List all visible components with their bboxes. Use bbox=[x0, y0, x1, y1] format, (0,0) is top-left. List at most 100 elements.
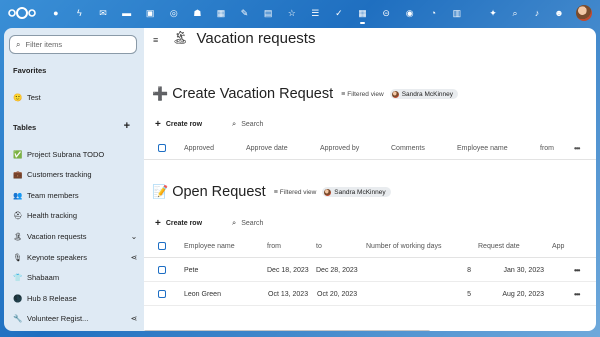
search-placeholder: Search bbox=[241, 219, 264, 227]
column-header[interactable]: App bbox=[552, 234, 564, 258]
search-input[interactable]: ⌕ Search bbox=[232, 119, 263, 129]
create-row-button[interactable]: + Create row bbox=[155, 218, 202, 229]
checkmark-icon[interactable]: ✓ bbox=[327, 0, 351, 26]
row-checkbox[interactable] bbox=[158, 282, 166, 306]
filtered-view-label: Filtered view bbox=[347, 90, 384, 98]
contacts-menu-icon[interactable]: ☻ bbox=[548, 0, 570, 26]
help-icon[interactable]: ◔ bbox=[422, 0, 446, 26]
dashboard-icon[interactable]: ● bbox=[44, 0, 68, 26]
photos-icon[interactable]: ▣ bbox=[138, 0, 162, 26]
filtered-view-badge: ≡ Filtered view bbox=[274, 189, 317, 196]
table-row[interactable]: Leon Green Oct 13, 2023 Oct 20, 2023 5 A… bbox=[144, 282, 596, 306]
sidebar-item-volunteer-registration[interactable]: 🔧 Volunteer Regist... ⋖ bbox=[13, 310, 139, 326]
cell-to: Dec 28, 2023 bbox=[316, 266, 358, 274]
select-all-checkbox[interactable] bbox=[158, 136, 166, 160]
deck-icon[interactable]: ▤ bbox=[256, 0, 280, 26]
user-chip[interactable]: Sandra McKinney bbox=[322, 187, 391, 197]
column-header[interactable]: Number of working days bbox=[366, 234, 441, 258]
notifications-icon[interactable]: ♪ bbox=[526, 0, 548, 26]
sidebar-item-keynote-speakers[interactable]: 🎙 Keynote speakers ⋖ bbox=[13, 249, 139, 265]
sidebar-item-label: Health tracking bbox=[27, 210, 78, 220]
mail-icon[interactable]: ✉ bbox=[91, 0, 115, 26]
user-chip[interactable]: Sandra McKinney bbox=[389, 89, 459, 99]
add-table-button[interactable]: + bbox=[124, 120, 130, 132]
column-header[interactable]: Employee name bbox=[457, 136, 508, 160]
table-emoji-icon: ✅ bbox=[13, 149, 23, 159]
search-input[interactable]: ⌕ Search bbox=[232, 218, 263, 228]
column-header[interactable]: Comments bbox=[391, 136, 425, 160]
share-icon[interactable]: ⋖ bbox=[129, 253, 139, 262]
filter-icon: ≡ bbox=[273, 188, 278, 196]
table-header: Employee name from to Number of working … bbox=[144, 234, 596, 258]
column-header[interactable]: to bbox=[316, 234, 322, 258]
files-icon[interactable]: ▬ bbox=[115, 0, 139, 26]
filter-placeholder: Filter items bbox=[25, 40, 63, 49]
maps-icon[interactable]: ◉ bbox=[398, 0, 422, 26]
user-chip-name: Sandra McKinney bbox=[334, 188, 386, 196]
horizontal-scrollbar[interactable] bbox=[144, 330, 430, 331]
row-actions-icon[interactable]: ••• bbox=[574, 258, 580, 282]
notes-icon[interactable]: ✎ bbox=[233, 0, 257, 26]
sidebar-item-label: Team members bbox=[27, 190, 79, 200]
sidebar-item-label: Hub 8 Release bbox=[27, 293, 77, 303]
user-chip-name: Sandra McKinney bbox=[401, 90, 454, 98]
view-title-open-request: 📝 Open Request ≡ Filtered view Sandra Mc… bbox=[152, 182, 391, 202]
calendar-icon[interactable]: ▦ bbox=[209, 0, 233, 26]
row-checkbox[interactable] bbox=[158, 258, 166, 282]
sidebar-item-customers-tracking[interactable]: 💼 Customers tracking bbox=[13, 166, 139, 182]
header-bar: ● ϟ ✉ ▬ ▣ ◎ ☗ ▦ ✎ ▤ ☆ ☰ ✓ ▦ ⊝ ◉ ◔ ▥ ✦ ⌕ … bbox=[0, 0, 600, 26]
tasks-list-icon[interactable]: ☰ bbox=[304, 0, 328, 26]
more-actions-icon[interactable]: ••• bbox=[574, 136, 580, 160]
sidebar-item-label: Shabaam bbox=[27, 272, 60, 282]
favorites-icon[interactable]: ☆ bbox=[280, 0, 304, 26]
sidebar-item-vacation-requests[interactable]: 🏝 Vacation requests ⌄ bbox=[13, 228, 139, 244]
page-title: 🏝 Vacation requests bbox=[172, 28, 315, 48]
activity-icon[interactable]: ϟ bbox=[68, 0, 92, 26]
header-actions: ✦ ⌕ ♪ ☻ bbox=[482, 0, 600, 26]
column-header[interactable]: from bbox=[267, 234, 281, 258]
search-icon[interactable]: ⌕ bbox=[504, 0, 526, 26]
chevron-down-icon[interactable]: ⌄ bbox=[129, 232, 139, 241]
sidebar-item-team-members[interactable]: 👥 Team members bbox=[13, 187, 139, 203]
column-header[interactable]: Request date bbox=[478, 234, 520, 258]
sidebar-item-test[interactable]: 🙂 Test bbox=[13, 89, 139, 105]
sidebar-item-health-tracking[interactable]: ⛑ Health tracking bbox=[13, 207, 139, 223]
avatar[interactable] bbox=[576, 5, 592, 21]
assistant-icon[interactable]: ✦ bbox=[482, 0, 504, 26]
search-icon: ⌕ bbox=[232, 218, 237, 227]
filter-input[interactable]: ⌕ Filter items bbox=[9, 35, 137, 54]
share-icon[interactable]: ⋖ bbox=[129, 314, 139, 323]
column-header[interactable]: Employee name bbox=[184, 234, 235, 258]
forms-icon[interactable]: ▥ bbox=[445, 0, 469, 26]
column-header[interactable]: Approved bbox=[184, 136, 214, 160]
search-icon: ⌕ bbox=[232, 119, 237, 128]
contacts-icon[interactable]: ☗ bbox=[186, 0, 210, 26]
cell-working-days: 8 bbox=[467, 266, 471, 274]
sidebar-item-label: Vacation requests bbox=[27, 231, 87, 241]
table-row[interactable]: Pete Dec 18, 2023 Dec 28, 2023 8 Jan 30,… bbox=[144, 258, 596, 282]
sidebar-item-label: Keynote speakers bbox=[27, 252, 88, 262]
column-header[interactable]: from bbox=[540, 136, 554, 160]
column-header[interactable]: Approve date bbox=[246, 136, 288, 160]
cell-from: Dec 18, 2023 bbox=[267, 266, 309, 274]
create-row-button[interactable]: + Create row bbox=[155, 119, 202, 130]
filtered-view-label: Filtered view bbox=[279, 188, 317, 196]
view-toolbar: + Create row ⌕ Search bbox=[155, 117, 263, 131]
sidebar-item-shabaam[interactable]: 👕 Shabaam bbox=[13, 269, 139, 285]
nextcloud-logo[interactable] bbox=[7, 6, 37, 20]
menu-toggle-icon[interactable]: ≡ bbox=[153, 35, 158, 45]
circles-icon[interactable]: ⊝ bbox=[374, 0, 398, 26]
search-icon: ⌕ bbox=[16, 39, 21, 49]
tables-icon[interactable]: ▦ bbox=[351, 0, 375, 26]
plus-icon: + bbox=[155, 217, 161, 229]
select-all-checkbox[interactable] bbox=[158, 234, 166, 258]
column-header[interactable]: Approved by bbox=[320, 136, 359, 160]
row-actions-icon[interactable]: ••• bbox=[574, 282, 580, 306]
favorites-heading: Favorites bbox=[13, 66, 47, 75]
sidebar-item-project-subrana-todo[interactable]: ✅ Project Subrana TODO bbox=[13, 146, 139, 162]
table-emoji-icon: ⛑ bbox=[13, 210, 23, 220]
talk-icon[interactable]: ◎ bbox=[162, 0, 186, 26]
create-row-label: Create row bbox=[165, 120, 203, 128]
sidebar-item-hub-8-release[interactable]: 🌑 Hub 8 Release bbox=[13, 290, 139, 306]
table-emoji-icon: 👕 bbox=[13, 272, 23, 282]
